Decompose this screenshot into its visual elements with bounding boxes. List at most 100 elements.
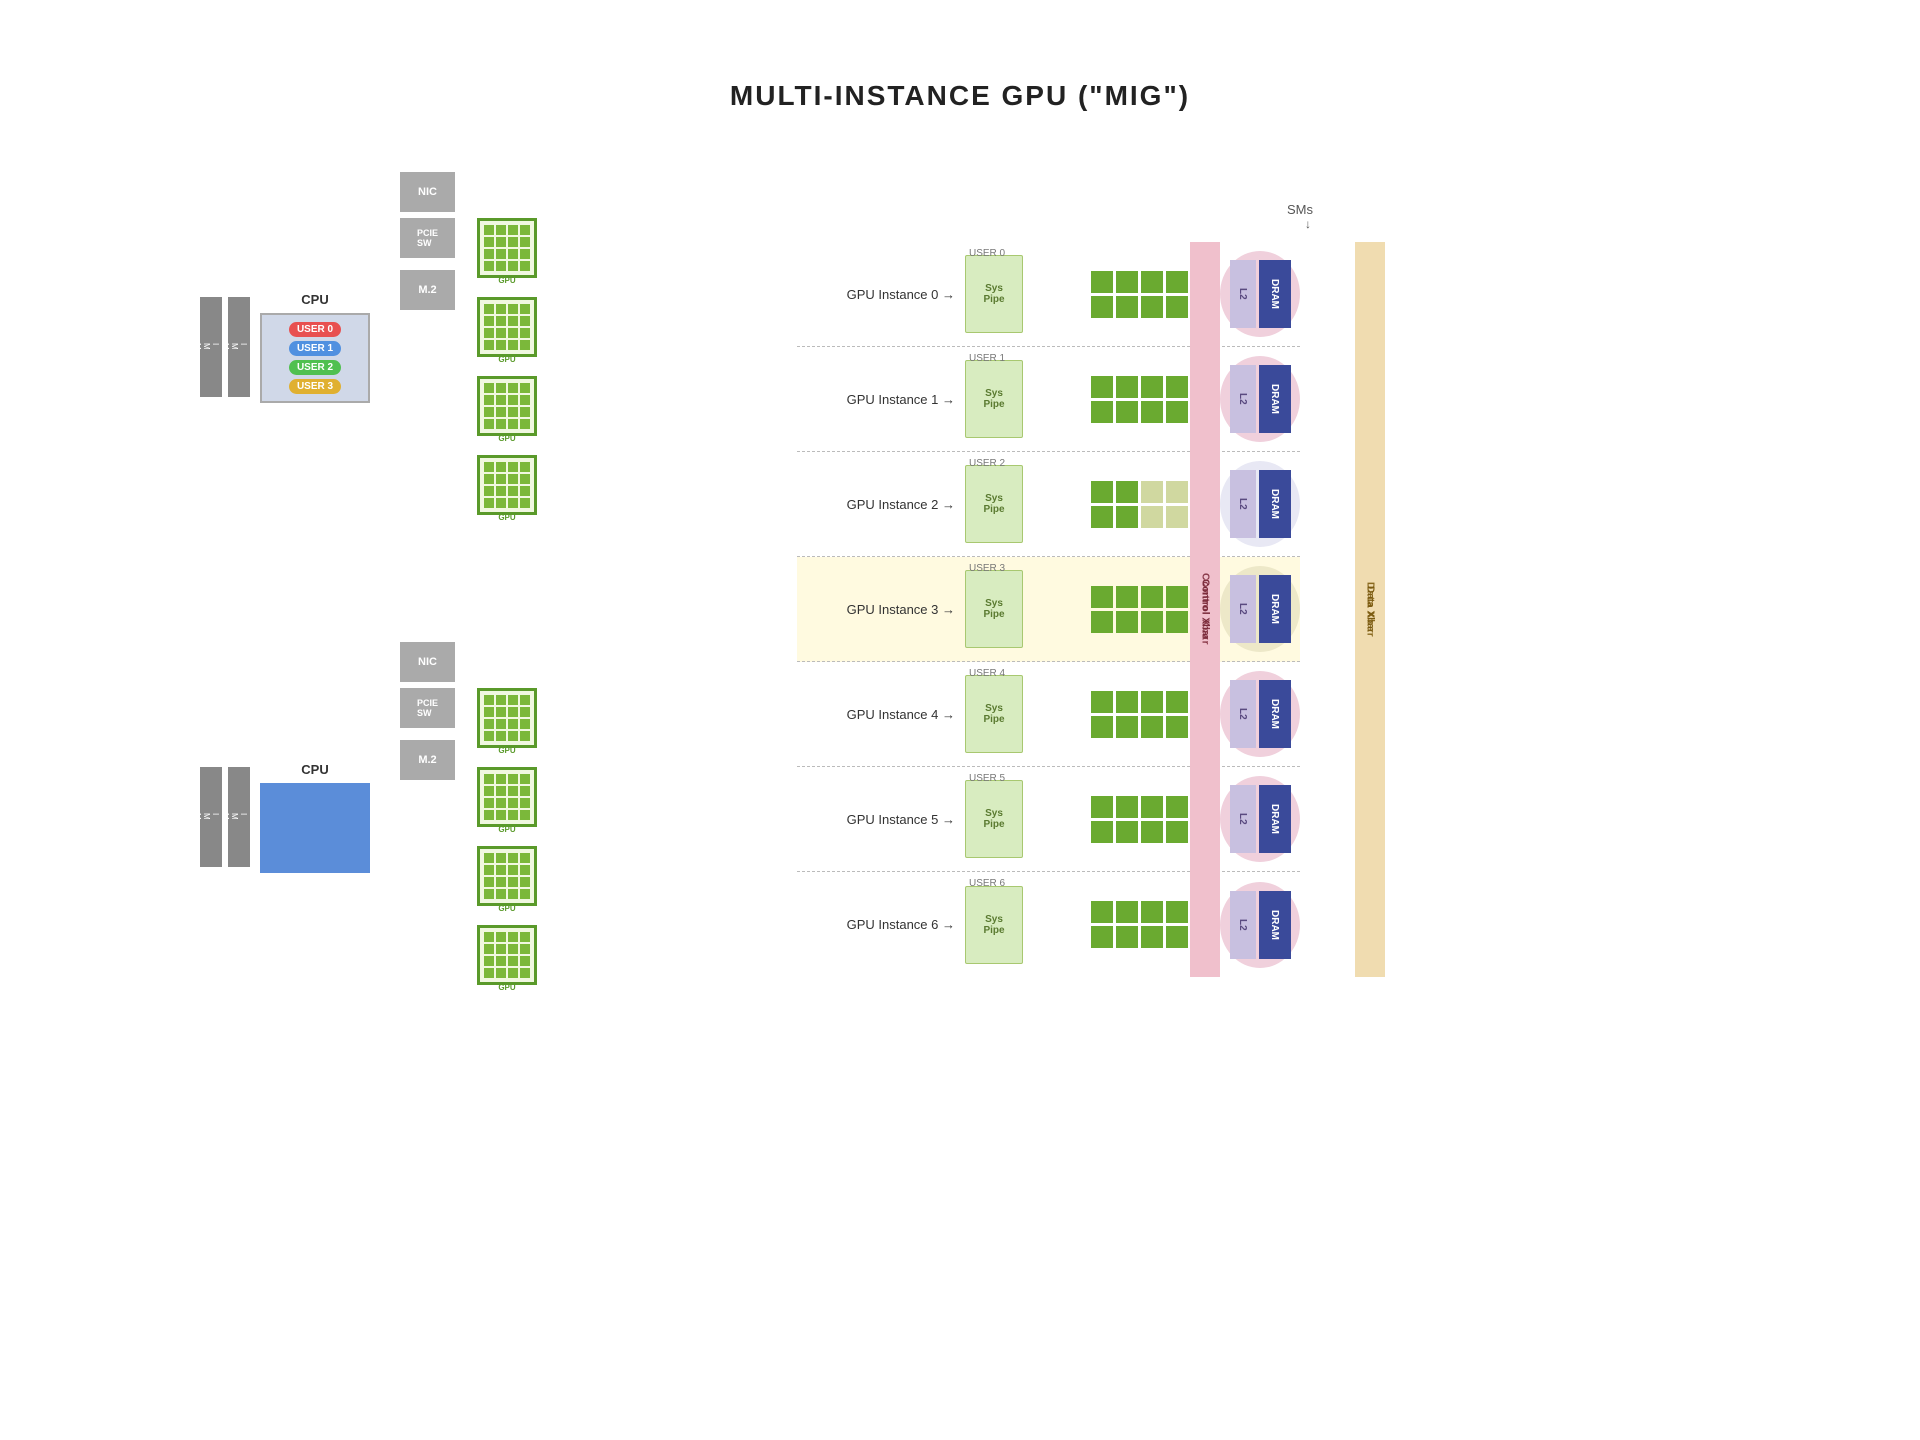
l2-dram-6: L2 DRAM: [1230, 882, 1300, 968]
sys-pipe-1: SysPipe: [965, 360, 1023, 438]
ellipse-4: L2 DRAM: [1220, 671, 1300, 757]
user-label-1: USER 1: [969, 353, 1005, 364]
sm-grid-6: [1091, 901, 1188, 948]
sm-cell: [1116, 926, 1138, 948]
bottom-server: DIMM DIMM CPU NIC PCIESW M.2: [200, 642, 537, 992]
l2-dram-4: L2 DRAM: [1230, 671, 1300, 757]
user0-badge: USER 0: [289, 322, 341, 337]
sm-cell: [1166, 376, 1188, 398]
sm-cell: [1116, 506, 1138, 528]
dram-5: DRAM: [1259, 785, 1291, 853]
bottom-dimm-2: DIMM: [228, 767, 250, 867]
mig-diagram: SMs ↓ Control Xbar Data Xbar USER 0 GPU …: [797, 202, 1300, 977]
top-nic: NIC: [400, 172, 455, 212]
dram-1: DRAM: [1259, 365, 1291, 433]
l2-dram-5: L2 DRAM: [1230, 776, 1300, 862]
top-switch-area: NIC PCIESW M.2 GPU: [400, 172, 537, 522]
ellipse-3: L2 DRAM: [1220, 566, 1300, 652]
sm-cell: [1116, 691, 1138, 713]
ellipse-1: L2 DRAM: [1220, 356, 1300, 442]
sm-cell: [1166, 821, 1188, 843]
sm-cell: [1166, 481, 1188, 503]
sm-grid-5: [1091, 796, 1188, 843]
bottom-dimm-1: DIMM: [200, 767, 222, 867]
sm-cell: [1091, 926, 1113, 948]
instance-label-3: GPU Instance 3 →: [797, 602, 965, 617]
sm-cell: [1166, 586, 1188, 608]
mig-row-3: USER 3 GPU Instance 3 → SysPipe: [797, 557, 1300, 662]
l2-dram-0: L2 DRAM: [1230, 251, 1300, 337]
ellipse-5: L2 DRAM: [1220, 776, 1300, 862]
bottom-switch-area: NIC PCIESW M.2 GPU: [400, 642, 537, 992]
top-gpu-0: GPU: [477, 218, 537, 285]
instance-label-2: GPU Instance 2 →: [797, 497, 965, 512]
bottom-pcie-sw: PCIESW: [400, 688, 455, 728]
sm-cell: [1141, 691, 1163, 713]
data-xbar: Data Xbar: [1355, 242, 1385, 977]
top-gpu-2: GPU: [477, 376, 537, 443]
user-label-5: USER 5: [969, 773, 1005, 784]
sys-pipe-3: SysPipe: [965, 570, 1023, 648]
sm-cell: [1091, 901, 1113, 923]
top-dimm-1: DIMM: [200, 297, 222, 397]
sms-label: SMs: [1287, 202, 1313, 217]
bottom-cpu-box: [260, 783, 370, 873]
top-cpu-block: CPU USER 0 USER 1 USER 2 USER 3: [260, 292, 370, 403]
sm-cell: [1116, 481, 1138, 503]
l2-dram-2: L2 DRAM: [1230, 461, 1300, 547]
top-pcie-sw: PCIESW: [400, 218, 455, 258]
sm-cell: [1091, 481, 1113, 503]
bottom-gpu-col: GPU GPU GPU GPU: [477, 688, 537, 992]
bottom-gpu-0: GPU: [477, 688, 537, 755]
l2-4: L2: [1230, 680, 1256, 748]
sm-cell: [1091, 821, 1113, 843]
top-gpu-3: GPU: [477, 455, 537, 522]
dram-3: DRAM: [1259, 575, 1291, 643]
bottom-cpu-block: CPU: [260, 762, 370, 873]
sm-cell: [1116, 401, 1138, 423]
dram-4: DRAM: [1259, 680, 1291, 748]
sm-cell: [1141, 796, 1163, 818]
instance-label-4: GPU Instance 4 →: [797, 707, 965, 722]
l2-2: L2: [1230, 470, 1256, 538]
dram-2: DRAM: [1259, 470, 1291, 538]
instance-label-1: GPU Instance 1 →: [797, 392, 965, 407]
user-label-6: USER 6: [969, 878, 1005, 889]
dram-6: DRAM: [1259, 891, 1291, 959]
sm-cell: [1166, 401, 1188, 423]
bottom-nic: NIC: [400, 642, 455, 682]
mig-row-5: USER 5 GPU Instance 5 → SysPipe: [797, 767, 1300, 872]
sm-grid-1: [1091, 376, 1188, 423]
mig-row-2: USER 2 GPU Instance 2 → SysPipe: [797, 452, 1300, 557]
mig-rows-container: Control Xbar Data Xbar USER 0 GPU Instan…: [797, 242, 1300, 977]
sm-cell: [1166, 901, 1188, 923]
sm-cell: [1166, 796, 1188, 818]
sm-cell: [1166, 691, 1188, 713]
bottom-dimm-group: DIMM DIMM: [200, 767, 250, 867]
user1-badge: USER 1: [289, 341, 341, 356]
sm-cell: [1091, 796, 1113, 818]
bottom-gpu-1: GPU: [477, 767, 537, 834]
sms-arrow-down: ↓: [1305, 217, 1311, 231]
sm-cell: [1141, 901, 1163, 923]
sm-cell: [1141, 586, 1163, 608]
sm-cell: [1116, 716, 1138, 738]
user2-badge: USER 2: [289, 360, 341, 375]
sm-cell: [1091, 611, 1113, 633]
sm-cell: [1141, 271, 1163, 293]
bottom-nic-row: NIC: [400, 642, 455, 682]
sm-cell: [1166, 296, 1188, 318]
sys-pipe-4: SysPipe: [965, 675, 1023, 753]
sm-cell: [1091, 506, 1113, 528]
dram-0: DRAM: [1259, 260, 1291, 328]
sys-pipe-0: SysPipe: [965, 255, 1023, 333]
sm-cell: [1116, 796, 1138, 818]
l2-0: L2: [1230, 260, 1256, 328]
bottom-pcie-row: PCIESW M.2 GPU GPU: [400, 688, 537, 992]
bottom-pcie-col: PCIESW M.2: [400, 688, 455, 780]
top-cpu-label: CPU: [301, 292, 328, 307]
sm-cell: [1091, 376, 1113, 398]
bottom-m2: M.2: [400, 740, 455, 780]
system-diagram: DIMM DIMM CPU USER 0 USER 1 USER 2 USER …: [200, 172, 537, 992]
sys-pipe-6: SysPipe: [965, 886, 1023, 964]
